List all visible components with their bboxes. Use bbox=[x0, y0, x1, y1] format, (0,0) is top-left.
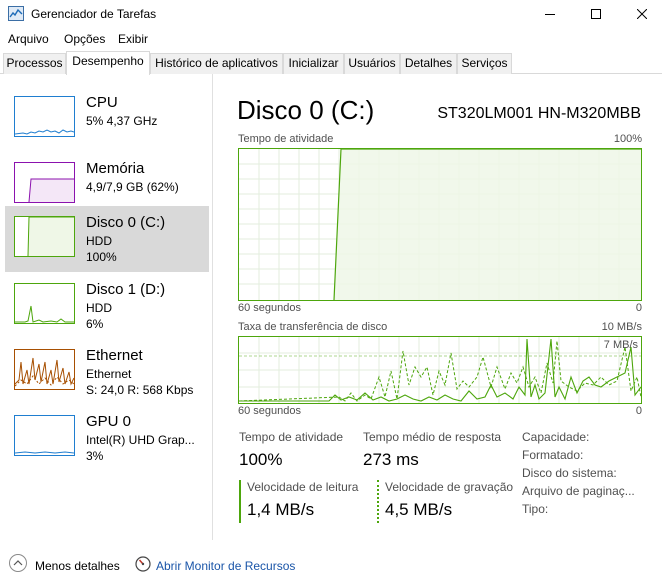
tab-inicializar[interactable]: Inicializar bbox=[283, 53, 344, 74]
sidebar-item-detail: Intel(R) UHD Grap... bbox=[86, 433, 195, 447]
activity-graph-x-right: 0 bbox=[635, 302, 642, 314]
maximize-icon bbox=[591, 9, 601, 19]
task-manager-icon bbox=[8, 6, 24, 21]
sidebar-item-detail: HDD bbox=[86, 301, 112, 315]
sidebar-item-usage: S: 24,0 R: 568 Kbps bbox=[86, 383, 194, 397]
menu-arquivo[interactable]: Arquivo bbox=[8, 32, 49, 46]
sidebar-item-name: Disco 0 (C:) bbox=[86, 214, 166, 231]
activity-graph-canvas bbox=[239, 148, 641, 301]
activity-graph-label: Tempo de atividade bbox=[238, 133, 334, 145]
property-arquivo-paginacao: Arquivo de paginaç... bbox=[522, 484, 635, 498]
sidebar-item-ethernet[interactable]: Ethernet Ethernet S: 24,0 R: 568 Kbps bbox=[5, 339, 209, 405]
sidebar-item-detail: 5% 4,37 GHz bbox=[86, 114, 158, 128]
tab-servicos[interactable]: Serviços bbox=[457, 53, 512, 74]
memory-thumbnail-graph bbox=[14, 162, 75, 203]
sidebar-item-detail: Ethernet bbox=[86, 367, 132, 381]
tab-processos[interactable]: Processos bbox=[3, 53, 66, 74]
sidebar-item-name: Ethernet bbox=[86, 347, 143, 364]
footer-bar: Menos detalhes Abrir Monitor de Recursos bbox=[0, 550, 662, 586]
read-speed-label: Velocidade de leitura bbox=[247, 480, 359, 494]
transfer-graph-canvas bbox=[238, 337, 642, 403]
ethernet-thumbnail-graph bbox=[14, 349, 75, 390]
sidebar-item-disco-0[interactable]: Disco 0 (C:) HDD 100% bbox=[5, 206, 209, 272]
title-bar: Gerenciador de Tarefas bbox=[0, 0, 662, 28]
page-title: Disco 0 (C:) bbox=[237, 95, 375, 125]
close-button[interactable] bbox=[619, 0, 662, 28]
disk1-thumbnail-graph bbox=[14, 283, 75, 324]
sidebar-item-disco-1[interactable]: Disco 1 (D:) HDD 6% bbox=[5, 273, 209, 339]
sidebar-item-name: Disco 1 (D:) bbox=[86, 281, 166, 298]
property-capacidade: Capacidade: bbox=[522, 430, 590, 444]
maximize-button[interactable] bbox=[573, 0, 619, 28]
read-speed-marker bbox=[239, 480, 241, 523]
activity-stat-label: Tempo de atividade bbox=[239, 430, 344, 444]
transfer-graph-max: 10 MB/s bbox=[601, 321, 642, 333]
resource-monitor-icon bbox=[135, 556, 151, 572]
performance-detail-panel: Disco 0 (C:) ST320LM001 HN-M320MBB Tempo… bbox=[214, 74, 662, 540]
activity-stat-value: 100% bbox=[239, 450, 283, 469]
property-tipo: Tipo: bbox=[522, 502, 549, 516]
write-speed-value: 4,5 MB/s bbox=[385, 500, 453, 519]
menu-exibir[interactable]: Exibir bbox=[118, 32, 148, 46]
transfer-graph-inner-label: 7 MB/s bbox=[603, 339, 638, 351]
gpu-thumbnail-graph bbox=[14, 415, 75, 456]
tab-usuarios[interactable]: Usuários bbox=[344, 53, 400, 74]
tab-detalhes[interactable]: Detalhes bbox=[400, 53, 457, 74]
sidebar-item-detail: 4,9/7,9 GB (62%) bbox=[86, 180, 179, 194]
property-formatado: Formatado: bbox=[522, 448, 584, 462]
activity-graph bbox=[238, 148, 642, 301]
transfer-graph-label: Taxa de transferência de disco bbox=[238, 321, 388, 333]
cpu-thumbnail-graph bbox=[14, 96, 75, 137]
menu-bar: Arquivo Opções Exibir bbox=[0, 28, 662, 50]
minimize-icon bbox=[545, 14, 555, 15]
transfer-graph-x-right: 0 bbox=[635, 405, 642, 417]
transfer-graph-x-left: 60 segundos bbox=[238, 405, 301, 417]
menu-opcoes[interactable]: Opções bbox=[64, 32, 105, 46]
disk-model: ST320LM001 HN-M320MBB bbox=[437, 105, 641, 122]
activity-graph-x-left: 60 segundos bbox=[238, 302, 301, 314]
close-icon bbox=[637, 9, 647, 19]
transfer-graph: 7 MB/s bbox=[238, 336, 642, 404]
sidebar-item-cpu[interactable]: CPU 5% 4,37 GHz bbox=[5, 86, 209, 152]
sidebar-item-usage: 3% bbox=[86, 449, 104, 463]
minimize-button[interactable] bbox=[527, 0, 573, 28]
window-title: Gerenciador de Tarefas bbox=[31, 7, 157, 21]
response-stat-value: 273 ms bbox=[363, 450, 419, 469]
activity-graph-max: 100% bbox=[613, 133, 642, 145]
fewer-details-link[interactable]: Menos detalhes bbox=[35, 559, 120, 573]
write-speed-marker bbox=[377, 480, 379, 523]
open-resource-monitor-link[interactable]: Abrir Monitor de Recursos bbox=[156, 559, 295, 573]
sidebar-item-gpu-0[interactable]: GPU 0 Intel(R) UHD Grap... 3% bbox=[5, 405, 209, 471]
fewer-details-button[interactable] bbox=[9, 554, 27, 572]
chevron-up-icon bbox=[13, 560, 23, 566]
read-speed-value: 1,4 MB/s bbox=[247, 500, 315, 519]
tab-strip: Processos Desempenho Histórico de aplica… bbox=[0, 51, 662, 75]
response-stat-label: Tempo médio de resposta bbox=[363, 430, 502, 444]
sidebar-item-usage: 100% bbox=[86, 250, 117, 264]
disk0-thumbnail-graph bbox=[14, 216, 75, 257]
write-speed-label: Velocidade de gravação bbox=[385, 480, 514, 494]
resource-sidebar: CPU 5% 4,37 GHz Memória 4,9/7,9 GB (62%)… bbox=[0, 74, 213, 540]
sidebar-item-name: CPU bbox=[86, 94, 118, 111]
sidebar-item-name: Memória bbox=[86, 160, 145, 177]
sidebar-item-usage: 6% bbox=[86, 317, 104, 331]
tab-desempenho[interactable]: Desempenho bbox=[66, 51, 150, 75]
sidebar-item-detail: HDD bbox=[86, 234, 112, 248]
property-disco-do-sistema: Disco do sistema: bbox=[522, 466, 617, 480]
tab-historico[interactable]: Histórico de aplicativos bbox=[150, 53, 283, 74]
sidebar-item-name: GPU 0 bbox=[86, 413, 132, 430]
